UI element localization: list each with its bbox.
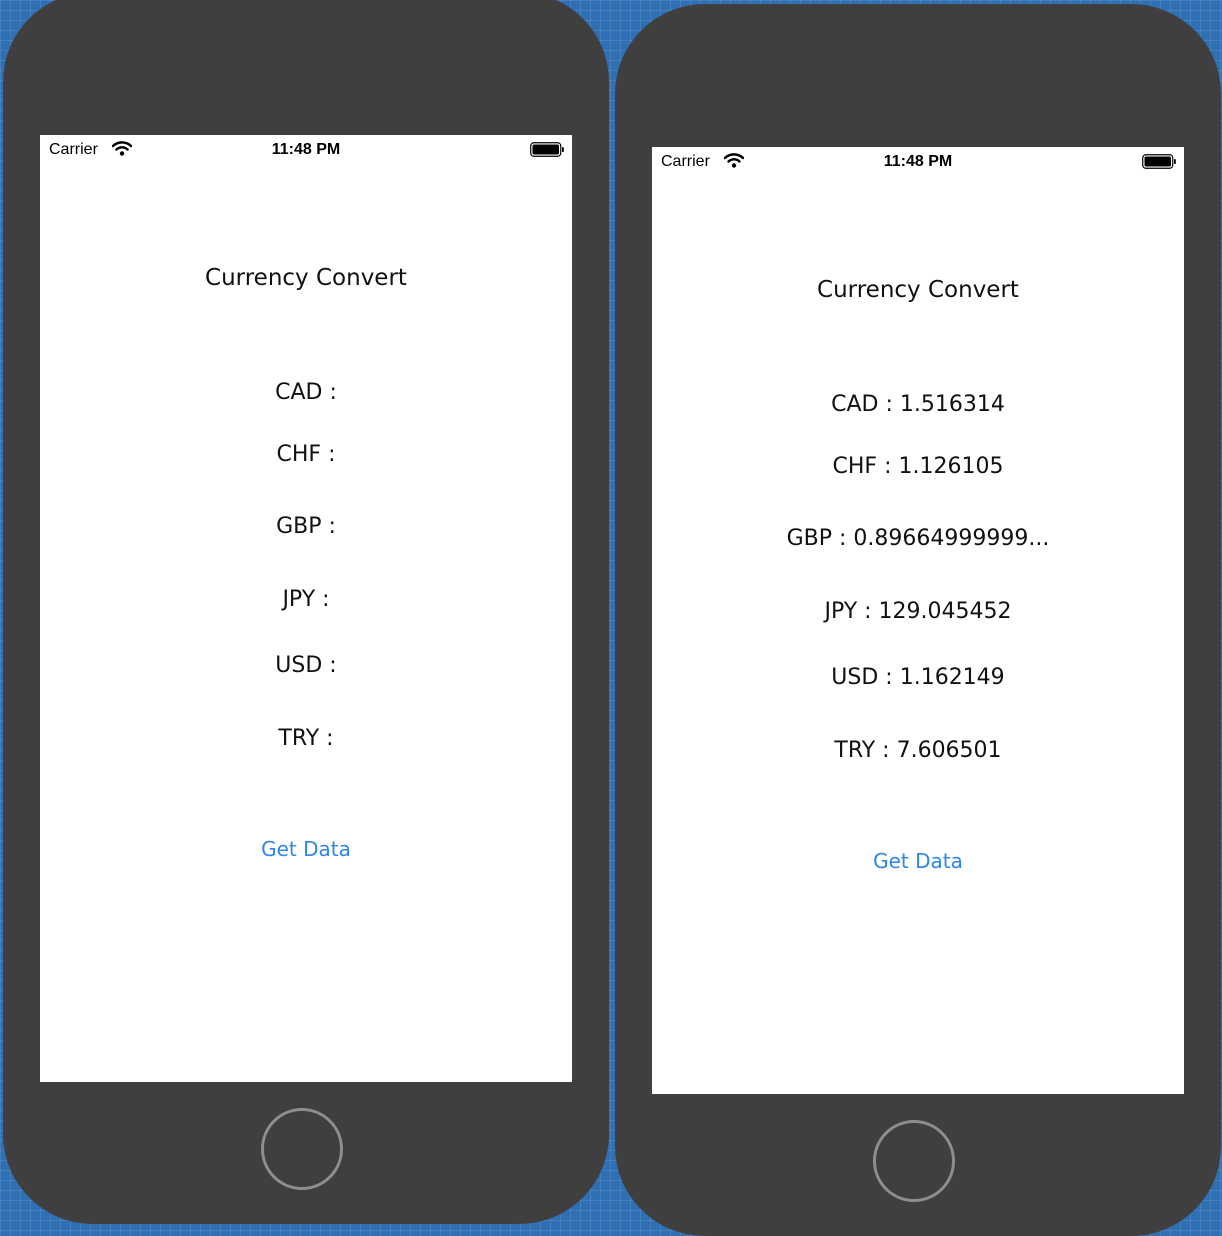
app-title: Currency Convert — [205, 265, 407, 291]
rate-label-usd: USD : 1.162149 — [831, 665, 1005, 690]
rate-label-gbp: GBP : 0.89664999999... — [786, 526, 1050, 551]
rate-label-jpy: JPY : — [282, 587, 330, 612]
rate-label-usd: USD : — [275, 653, 337, 678]
status-bar: Carrier 11:48 PM — [652, 147, 1184, 177]
get-data-button[interactable]: Get Data — [40, 837, 572, 861]
rate-label-jpy: JPY : 129.045452 — [824, 599, 1012, 624]
status-time: 11:48 PM — [883, 153, 953, 170]
rate-label-chf: CHF : 1.126105 — [832, 454, 1004, 479]
home-button[interactable] — [261, 1108, 343, 1190]
rate-label-try: TRY : 7.606501 — [834, 738, 1002, 763]
status-time: 11:48 PM — [271, 141, 341, 158]
battery-icon — [530, 142, 564, 157]
home-button[interactable] — [873, 1120, 955, 1202]
rate-label-try: TRY : — [278, 726, 334, 751]
screen: Carrier 11:48 PM Currency Convert CAD : … — [652, 147, 1184, 1094]
phone-left: Carrier 11:48 PM Currency Convert CAD : … — [3, 0, 609, 1224]
rate-label-chf: CHF : — [276, 442, 336, 467]
status-bar: Carrier 11:48 PM — [40, 135, 572, 165]
screen: Carrier 11:48 PM Currency Convert CAD : … — [40, 135, 572, 1082]
rate-label-cad: CAD : 1.516314 — [831, 392, 1005, 417]
phone-right: Carrier 11:48 PM Currency Convert CAD : … — [615, 4, 1221, 1236]
battery-icon — [1142, 154, 1176, 169]
get-data-button[interactable]: Get Data — [652, 849, 1184, 873]
rate-label-gbp: GBP : — [276, 514, 336, 539]
app-title: Currency Convert — [817, 277, 1019, 303]
rate-label-cad: CAD : — [275, 380, 337, 405]
